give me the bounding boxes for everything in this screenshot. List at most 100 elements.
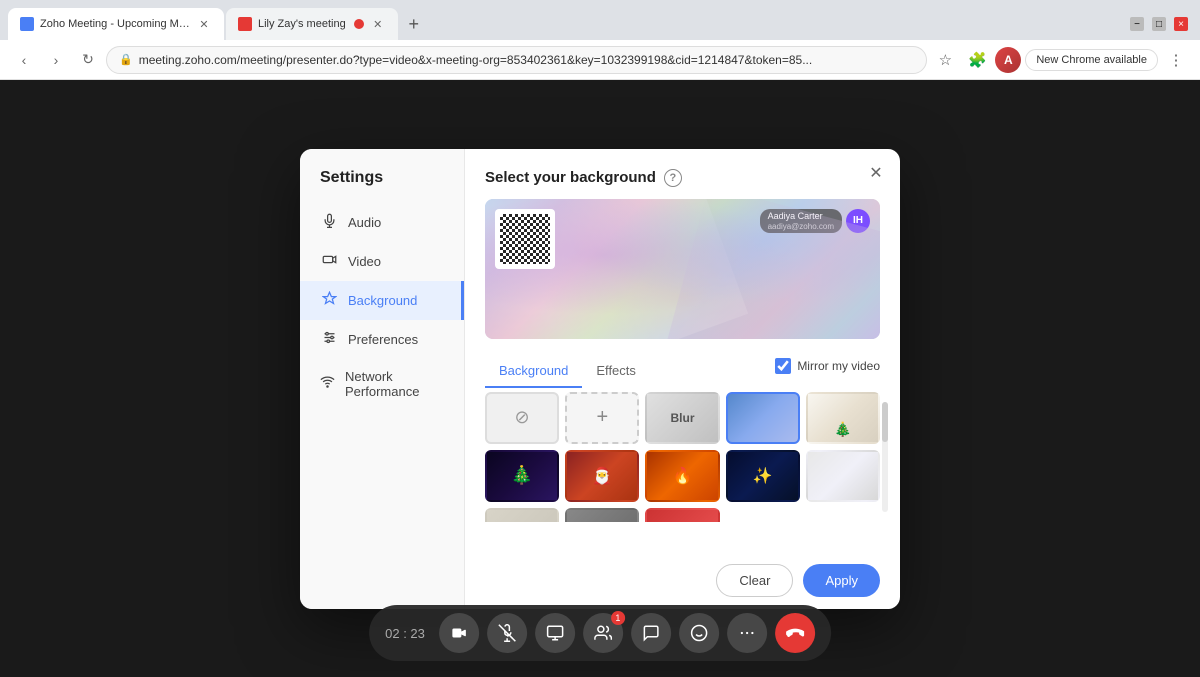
- forward-button[interactable]: ›: [42, 46, 70, 74]
- xmas-tree-icon-1: 🎄: [834, 421, 851, 438]
- apply-button[interactable]: Apply: [803, 564, 880, 597]
- bg-partial1[interactable]: [485, 508, 559, 522]
- sidebar-item-audio[interactable]: Audio: [300, 203, 464, 242]
- preview-background: Aadiya Carteraadiya@zoho.com IH: [485, 199, 880, 339]
- preferences-icon: [320, 330, 338, 349]
- bg-xmas3[interactable]: 🔥: [645, 450, 719, 502]
- chat-button[interactable]: [631, 613, 671, 653]
- minimize-button[interactable]: −: [1130, 17, 1144, 31]
- clear-button[interactable]: Clear: [716, 564, 793, 597]
- tab-2[interactable]: Lily Zay's meeting ✕: [226, 8, 398, 40]
- tab-1[interactable]: Zoho Meeting - Upcoming Me... ✕: [8, 8, 224, 40]
- sidebar-label-background: Background: [348, 293, 417, 308]
- qr-code: [500, 214, 550, 264]
- sidebar-label-network: Network Performance: [345, 369, 444, 399]
- add-icon: +: [596, 406, 608, 429]
- tab-favicon-2: [238, 17, 252, 31]
- bg-xmas2[interactable]: 🎅: [565, 450, 639, 502]
- network-icon: [320, 374, 335, 393]
- address-text: meeting.zoho.com/meeting/presenter.do?ty…: [139, 53, 915, 67]
- background-tabs: Background Effects: [465, 345, 670, 388]
- bg-sky[interactable]: [726, 392, 800, 444]
- extension-button[interactable]: 🧩: [963, 46, 991, 74]
- background-icon: [320, 291, 338, 310]
- tab-close-2[interactable]: ✕: [370, 16, 386, 32]
- participant-name: Aadiya Carteraadiya@zoho.com: [760, 209, 842, 233]
- end-call-button[interactable]: [775, 613, 815, 653]
- add-tab-button[interactable]: +: [400, 10, 428, 38]
- bg-room1[interactable]: 🎄: [806, 392, 880, 444]
- bg-xmas1[interactable]: 🎄: [485, 450, 559, 502]
- dialog-overlay: Settings Audio: [0, 80, 1200, 677]
- tab-audio-icon: [354, 19, 364, 29]
- bg-room2[interactable]: [806, 450, 880, 502]
- bookmark-button[interactable]: ☆: [931, 46, 959, 74]
- tab-background[interactable]: Background: [485, 355, 582, 388]
- sidebar-label-audio: Audio: [348, 215, 381, 230]
- settings-dialog: Settings Audio: [300, 149, 900, 609]
- participant-badge: Aadiya Carteraadiya@zoho.com IH: [760, 209, 870, 233]
- more-button[interactable]: [727, 613, 767, 653]
- sidebar-item-network[interactable]: Network Performance: [300, 359, 464, 409]
- toolbar-actions: ☆ 🧩 A New Chrome available ⋮: [931, 46, 1190, 74]
- browser-chrome: Zoho Meeting - Upcoming Me... ✕ Lily Zay…: [0, 0, 1200, 80]
- profile-avatar[interactable]: A: [995, 47, 1021, 73]
- tab-favicon-1: [20, 17, 34, 31]
- settings-content: ✕ Select your background ?: [465, 149, 900, 609]
- sidebar-label-preferences: Preferences: [348, 332, 418, 347]
- blur-label: Blur: [670, 411, 694, 425]
- screen-share-button[interactable]: [535, 613, 575, 653]
- bg-add[interactable]: +: [565, 392, 639, 444]
- xmas-icon-1: 🎄: [511, 465, 533, 486]
- mirror-row: Mirror my video: [775, 358, 900, 374]
- content-header: Select your background ?: [465, 149, 900, 199]
- chrome-update-button[interactable]: New Chrome available: [1025, 49, 1158, 71]
- lock-icon: 🔒: [119, 53, 133, 66]
- fire-icon: 🔥: [673, 466, 693, 486]
- dialog-close-button[interactable]: ✕: [864, 161, 888, 185]
- settings-sidebar: Settings Audio: [300, 149, 465, 609]
- mirror-checkbox[interactable]: [775, 358, 791, 374]
- avatar-small: IH: [846, 209, 870, 233]
- qr-overlay: [495, 209, 555, 269]
- help-icon[interactable]: ?: [664, 169, 682, 187]
- camera-button[interactable]: [439, 613, 479, 653]
- participants-button-wrapper: 1: [583, 613, 623, 653]
- background-grid: ⊘ + Blur 🎄: [485, 392, 880, 522]
- settings-title: Settings: [300, 169, 464, 203]
- reload-button[interactable]: ↻: [74, 46, 102, 74]
- scrollbar-track[interactable]: [882, 402, 888, 512]
- close-button[interactable]: ×: [1174, 17, 1188, 31]
- audio-icon: [320, 213, 338, 232]
- video-icon: [320, 252, 338, 271]
- bg-xmas4[interactable]: ✨: [726, 450, 800, 502]
- back-button[interactable]: ‹: [10, 46, 38, 74]
- tab-close-1[interactable]: ✕: [196, 16, 212, 32]
- mirror-label: Mirror my video: [797, 359, 880, 373]
- xmas-icon-2: 🎅: [592, 466, 612, 486]
- xmas-icon-4: ✨: [753, 466, 773, 486]
- sidebar-item-preferences[interactable]: Preferences: [300, 320, 464, 359]
- sidebar-item-video[interactable]: Video: [300, 242, 464, 281]
- reactions-button[interactable]: [679, 613, 719, 653]
- browser-toolbar: ‹ › ↻ 🔒 meeting.zoho.com/meeting/present…: [0, 40, 1200, 80]
- window-controls: − □ ×: [1130, 17, 1192, 31]
- maximize-button[interactable]: □: [1152, 17, 1166, 31]
- bg-grid-container: ⊘ + Blur 🎄: [485, 392, 880, 522]
- meeting-toolbar: 02 : 23: [369, 605, 831, 661]
- address-bar[interactable]: 🔒 meeting.zoho.com/meeting/presenter.do?…: [106, 46, 927, 74]
- dialog-footer: Clear Apply: [465, 552, 900, 609]
- bg-none[interactable]: ⊘: [485, 392, 559, 444]
- participants-badge: 1: [611, 611, 625, 625]
- sidebar-item-background[interactable]: Background: [300, 281, 464, 320]
- menu-button[interactable]: ⋮: [1162, 46, 1190, 74]
- bg-blur[interactable]: Blur: [645, 392, 719, 444]
- sidebar-label-video: Video: [348, 254, 381, 269]
- bg-partial3[interactable]: [645, 508, 719, 522]
- scrollbar-thumb[interactable]: [882, 402, 888, 442]
- video-preview: Aadiya Carteraadiya@zoho.com IH: [485, 199, 880, 339]
- bg-partial2[interactable]: nЬ: [565, 508, 639, 522]
- timer-display: 02 : 23: [385, 626, 425, 641]
- mic-button[interactable]: [487, 613, 527, 653]
- tab-effects[interactable]: Effects: [582, 355, 650, 388]
